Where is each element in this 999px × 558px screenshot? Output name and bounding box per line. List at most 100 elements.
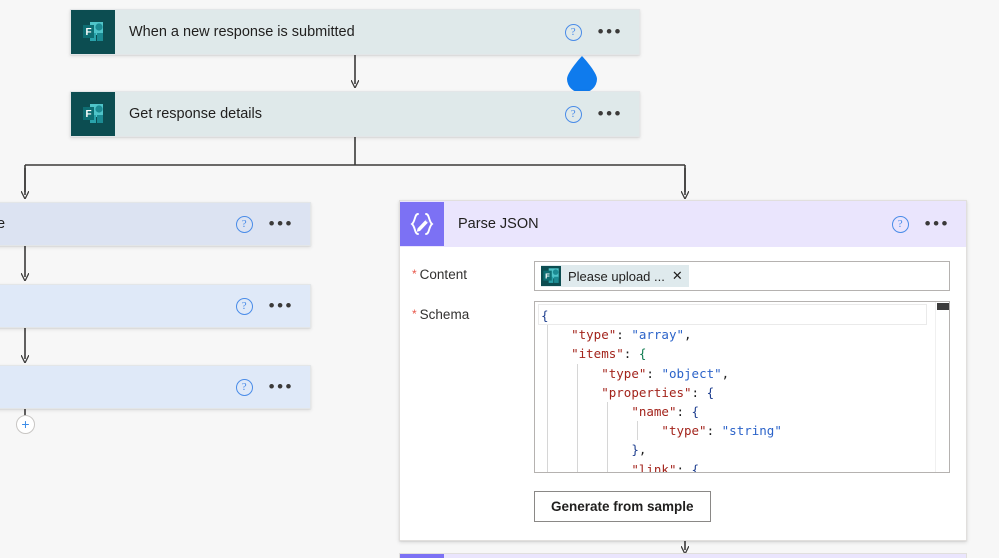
content-input[interactable]: F Please upload ... ✕ <box>534 261 950 291</box>
indent-guide <box>547 421 548 441</box>
microsoft-forms-icon: F <box>71 92 115 136</box>
content-label-text: Content <box>419 267 467 282</box>
indent-guide <box>607 440 608 460</box>
left-branch-card-2-actions: ? ••• <box>235 297 310 315</box>
code-line: "link": { <box>541 459 949 473</box>
svg-text:F: F <box>85 27 91 38</box>
code-token: : <box>646 365 662 381</box>
parse-json-title: Parse JSON <box>458 216 539 232</box>
parse-json-braces-icon <box>400 554 444 558</box>
code-line: "type": "array", <box>541 325 949 345</box>
code-token: , <box>684 327 692 343</box>
schema-code-editor[interactable]: { "type": "array", "items": { "type": "o… <box>534 301 950 473</box>
trigger-card-title: When a new response is submitted <box>129 24 355 40</box>
help-icon[interactable]: ? <box>564 105 582 123</box>
left-branch-card-1[interactable]: e ? ••• <box>0 202 311 246</box>
close-icon[interactable]: ✕ <box>672 269 683 282</box>
code-line: "properties": { <box>541 382 949 403</box>
trigger-card-actions: ? ••• <box>564 23 639 41</box>
code-token: "string" <box>721 423 782 439</box>
schema-field-row: * Schema { "type": "array", "items": { "… <box>412 301 950 473</box>
code-token: "items" <box>571 346 624 362</box>
content-field-row: * Content F Please upload ... ✕ <box>412 261 950 291</box>
generate-from-sample-button[interactable]: Generate from sample <box>534 491 711 522</box>
schema-code-content[interactable]: { "type": "array", "items": { "type": "o… <box>535 302 949 473</box>
content-token-chip[interactable]: F Please upload ... ✕ <box>541 265 689 287</box>
indent-guide <box>547 382 548 403</box>
overflow-menu-icon[interactable]: ••• <box>269 378 294 395</box>
code-token: , <box>721 365 730 381</box>
schema-scrollbar-thumb[interactable] <box>937 303 949 310</box>
comment-droplet-icon[interactable] <box>564 55 600 93</box>
indent-guide <box>547 440 548 460</box>
code-token: { <box>541 308 549 323</box>
code-token: "link" <box>631 461 677 473</box>
indent-guide <box>577 459 578 472</box>
code-token: : <box>676 461 692 473</box>
help-icon[interactable]: ? <box>235 215 253 233</box>
code-token: "name" <box>631 404 677 420</box>
code-token: "type" <box>601 365 647 381</box>
trigger-card-when-new-response-submitted[interactable]: F When a new response is submitted ? ••• <box>70 9 640 55</box>
code-token: { <box>691 404 700 420</box>
code-token: : <box>676 404 692 420</box>
indent-guide <box>547 459 548 472</box>
svg-text:F: F <box>545 271 550 280</box>
code-line: }, <box>541 440 949 460</box>
indent-guide <box>607 402 608 422</box>
required-asterisk: * <box>412 267 417 281</box>
indent-guide <box>577 402 578 422</box>
microsoft-forms-icon: F <box>71 10 115 54</box>
parse-json-card[interactable]: Parse JSON ? ••• * Content F Please uplo… <box>399 200 967 541</box>
schema-scrollbar[interactable] <box>935 302 949 472</box>
help-icon[interactable]: ? <box>564 23 582 41</box>
code-line: "type": "string" <box>541 421 949 441</box>
indent-guide <box>547 402 548 422</box>
indent-guide <box>547 363 548 383</box>
code-token: , <box>638 442 647 458</box>
action-card-title: Get response details <box>129 106 262 122</box>
code-token: : <box>691 384 707 400</box>
flow-designer-canvas: F When a new response is submitted ? •••… <box>0 0 999 558</box>
code-token: } <box>631 442 639 458</box>
indent-guide <box>577 421 578 441</box>
help-icon[interactable]: ? <box>235 297 253 315</box>
overflow-menu-icon[interactable]: ••• <box>269 297 294 314</box>
code-token: "array" <box>631 327 685 343</box>
left-branch-card-3-actions: ? ••• <box>235 378 310 396</box>
indent-guide <box>577 382 578 403</box>
code-token: "type" <box>661 423 707 439</box>
code-line: "name": { <box>541 402 949 422</box>
indent-guide <box>637 421 638 441</box>
help-icon[interactable]: ? <box>235 378 253 396</box>
code-token: { <box>638 346 647 362</box>
code-line: "type": "object", <box>541 363 949 383</box>
indent-guide <box>607 459 608 472</box>
indent-guide <box>547 344 548 364</box>
code-token: { <box>691 461 700 473</box>
add-step-plus-icon[interactable]: + <box>16 415 35 434</box>
required-asterisk: * <box>412 307 417 321</box>
left-branch-card-2[interactable]: ? ••• <box>0 284 311 328</box>
parse-json-header[interactable]: Parse JSON ? ••• <box>400 201 966 247</box>
indent-guide <box>577 363 578 383</box>
left-branch-card-1-title: e <box>0 216 6 232</box>
parse-json-braces-icon <box>400 202 444 246</box>
code-token: "properties" <box>601 384 692 400</box>
overflow-menu-icon[interactable]: ••• <box>269 215 294 232</box>
content-token-text: Please upload ... <box>568 268 665 284</box>
left-branch-card-1-actions: ? ••• <box>235 215 310 233</box>
microsoft-forms-icon: F <box>541 266 561 286</box>
next-action-card-partial[interactable] <box>399 553 967 558</box>
left-branch-card-3[interactable]: ? ••• <box>0 365 311 409</box>
action-card-get-response-details[interactable]: F Get response details ? ••• <box>70 91 640 137</box>
overflow-menu-icon[interactable]: ••• <box>598 105 623 122</box>
help-icon[interactable]: ? <box>891 215 909 233</box>
overflow-menu-icon[interactable]: ••• <box>925 215 950 232</box>
overflow-menu-icon[interactable]: ••• <box>598 23 623 40</box>
